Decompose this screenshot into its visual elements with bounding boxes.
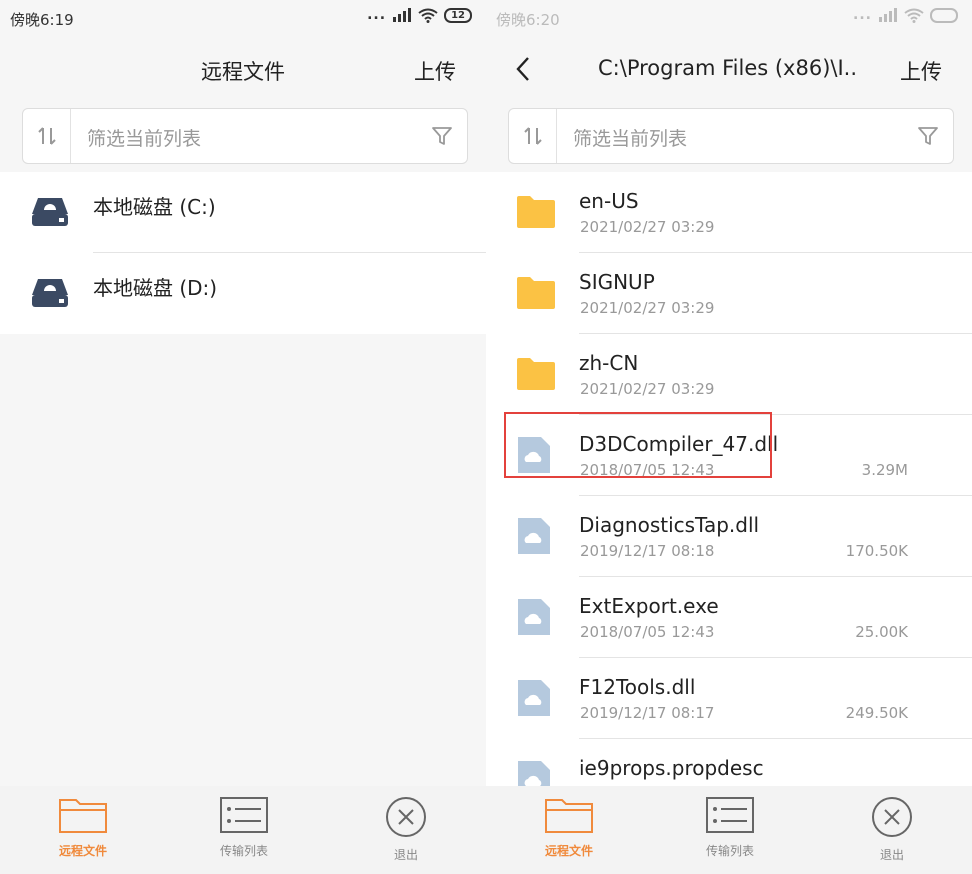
bottom-tab-bar: 远程文件 传输列表 退出 [0,786,486,874]
list-item[interactable]: F12Tools.dll 2019/12/17 08:17 249.50K [486,658,972,739]
hard-drive-icon [32,279,68,307]
tab-label: 退出 [879,848,904,862]
file-date: 2021/02/27 03:29 [580,299,715,317]
file-date: 2018/07/05 12:43 [580,623,715,641]
sort-button[interactable] [509,109,557,163]
folder-icon [517,277,555,309]
list-item[interactable]: ExtExport.exe 2018/07/05 12:43 25.00K [486,577,972,658]
list-item[interactable]: DiagnosticsTap.dll 2019/12/17 08:18 170.… [486,496,972,577]
folder-outline-icon [59,799,107,833]
status-bar: 傍晚6:19 ... 12 [0,0,486,36]
close-circle-icon [872,797,912,837]
list-icon [220,797,268,833]
upload-button[interactable]: 上传 [900,56,942,86]
more-dots-icon: ... [853,7,872,23]
filter-input[interactable]: 筛选当前列表 [573,124,687,151]
file-name: ExtExport.exe [579,594,719,618]
sort-icon [37,127,56,145]
file-size: 170.50K [845,542,908,560]
drive-item-d[interactable]: 本地磁盘 (D:) [0,253,486,334]
folder-icon [517,196,555,228]
filter-input[interactable]: 筛选当前列表 [87,124,201,151]
path-title: C:\Program Files (x86)\I.. [598,56,858,80]
list-item[interactable]: SIGNUP 2021/02/27 03:29 [486,253,972,334]
file-date: 2019/12/17 08:18 [580,542,715,560]
status-bar: 傍晚6:20 ... [486,0,972,36]
file-name: DiagnosticsTap.dll [579,513,760,537]
list-item[interactable]: zh-CN 2021/02/27 03:29 [486,334,972,415]
filter-bar[interactable]: 筛选当前列表 [508,108,954,164]
wifi-icon [418,8,438,23]
list-icon [706,797,754,833]
close-circle-icon [386,797,426,837]
sort-icon [523,127,542,145]
sort-button[interactable] [23,109,71,163]
status-time: 傍晚6:20 [496,11,560,29]
battery-icon: 12 [444,7,472,23]
file-name: ie9props.propdesc [579,756,764,780]
selection-highlight [504,412,772,478]
list-item[interactable]: en-US 2021/02/27 03:29 [486,172,972,253]
folder-outline-icon [545,799,593,833]
file-size: 25.00K [855,623,908,641]
title-bar: C:\Program Files (x86)\I.. 上传 [486,40,972,98]
file-date: 2019/12/17 08:17 [580,704,715,722]
tab-transfer-list[interactable]: 传输列表 [680,796,780,859]
file-name: F12Tools.dll [579,675,696,699]
tab-label: 退出 [393,848,418,862]
tab-remote-files[interactable]: 远程文件 [519,796,619,859]
file-name: zh-CN [579,351,639,375]
drive-name: 本地磁盘 (D:) [93,276,218,300]
file-date: 2021/02/27 03:29 [580,380,715,398]
tab-remote-files[interactable]: 远程文件 [33,796,133,859]
file-name: SIGNUP [579,270,655,294]
tab-label: 传输列表 [219,844,268,858]
file-size: 3.29M [861,461,908,479]
bottom-tab-bar: 远程文件 传输列表 退出 [486,786,972,874]
folder-icon [517,358,555,390]
file-icon [518,518,550,554]
file-icon [518,599,550,635]
tab-label: 远程文件 [58,844,107,858]
signal-icon [879,8,897,22]
system-icons: ... [853,7,958,23]
filter-bar[interactable]: 筛选当前列表 [22,108,468,164]
file-size: 249.50K [845,704,908,722]
file-name: en-US [579,189,639,213]
status-time: 傍晚6:19 [10,11,74,29]
tab-exit[interactable]: 退出 [356,796,456,863]
system-icons: ... 12 [367,7,472,23]
drive-list: 本地磁盘 (C:) 本地磁盘 (D:) [0,172,486,334]
file-list: en-US 2021/02/27 03:29 SIGNUP 2021/02/27… [486,172,972,820]
signal-icon [393,8,412,22]
tab-label: 远程文件 [544,844,593,858]
battery-icon [930,7,958,23]
file-date: 2021/02/27 03:29 [580,218,715,236]
back-arrow-icon[interactable] [510,54,536,84]
left-screen: 傍晚6:19 ... 12 远程文件 上传 筛选当前列表 本地磁盘 (C:) 本… [0,0,486,874]
more-dots-icon: ... [367,7,387,23]
filter-icon[interactable] [917,125,939,147]
drive-name: 本地磁盘 (C:) [93,195,216,219]
title-bar: 远程文件 上传 [0,40,486,98]
wifi-icon [904,8,924,23]
file-icon [518,680,550,716]
right-screen: 傍晚6:20 ... C:\Program Files (x86)\I.. 上传… [486,0,972,874]
hard-drive-icon [32,198,68,226]
filter-icon[interactable] [431,125,453,147]
tab-exit[interactable]: 退出 [842,796,942,863]
tab-transfer-list[interactable]: 传输列表 [194,796,294,859]
drive-item-c[interactable]: 本地磁盘 (C:) [0,172,486,253]
upload-button[interactable]: 上传 [414,56,456,86]
tab-label: 传输列表 [705,844,754,858]
